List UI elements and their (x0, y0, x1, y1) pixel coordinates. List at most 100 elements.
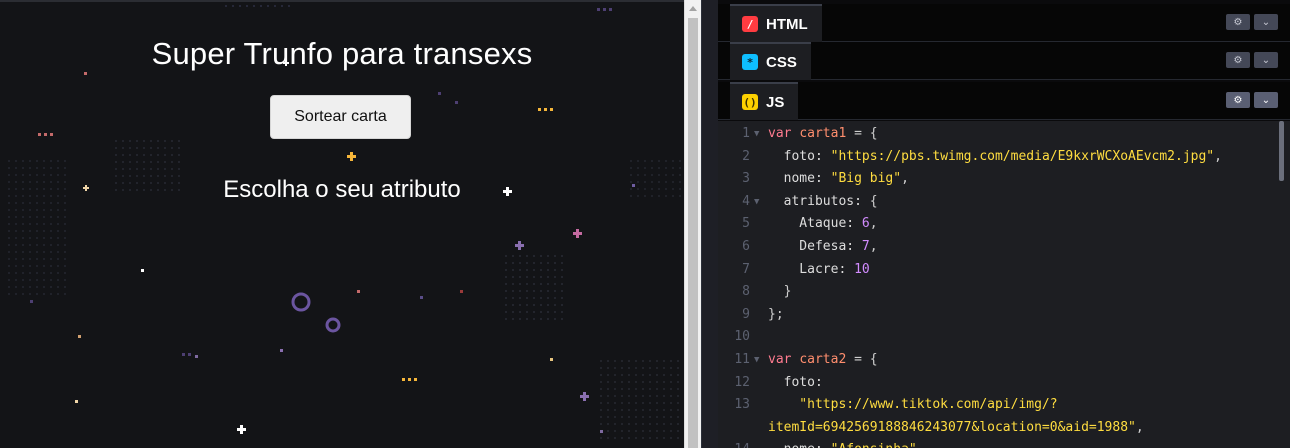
fold-arrow-icon[interactable]: ▼ (754, 191, 759, 214)
grid-dot (519, 283, 521, 285)
tab-js[interactable]: () JS (730, 82, 799, 120)
grid-dot (8, 167, 10, 169)
grid-dot (526, 297, 528, 299)
draw-card-button[interactable]: Sortear carta (270, 95, 411, 139)
gear-icon[interactable]: ⚙ (1226, 92, 1250, 108)
line-number: 1 (742, 126, 750, 141)
grid-dot (600, 367, 602, 369)
grid-dot (519, 262, 521, 264)
grid-dot (505, 255, 507, 257)
fold-arrow-icon[interactable]: ▼ (754, 349, 759, 372)
grid-dot (164, 140, 166, 142)
fold-arrow-icon[interactable]: ▼ (754, 123, 759, 146)
code-line[interactable]: 2 foto: "https://pbs.twimg.com/media/E9k… (718, 146, 1278, 169)
code-line[interactable]: 3 nome: "Big big", (718, 168, 1278, 191)
code-line[interactable]: 13 "https://www.tiktok.com/api/img/? (718, 394, 1278, 417)
grid-dot (656, 409, 658, 411)
code-line[interactable]: 1 ▼ var carta1 = { (718, 123, 1278, 146)
star-dot (357, 290, 360, 293)
js-code-editor[interactable]: 1 ▼ var carta1 = {2 foto: "https://pbs.twi… (718, 121, 1290, 448)
grid-dot (672, 167, 674, 169)
grid-dot (547, 318, 549, 320)
grid-dot (512, 290, 514, 292)
code-token: nome: (768, 442, 831, 448)
grid-dot (635, 423, 637, 425)
line-number: 12 (734, 374, 750, 390)
grid-dot (43, 244, 45, 246)
grid-dot (533, 262, 535, 264)
js-icon: () (742, 94, 758, 110)
code-line[interactable]: 7 Lacre: 10 (718, 259, 1278, 282)
grid-dot (36, 251, 38, 253)
code-line[interactable]: 4 ▼ atributos: { (718, 191, 1278, 214)
grid-dot (50, 293, 52, 295)
grid-dot (50, 216, 52, 218)
chevron-down-icon[interactable]: ⌄ (1254, 92, 1278, 108)
line-number: 11 (734, 351, 750, 367)
code-line[interactable]: itemId=6942569188846243077&location=0&ai… (718, 417, 1278, 440)
grid-dot (136, 154, 138, 156)
grid-dot (15, 244, 17, 246)
grid-dot (64, 258, 66, 260)
code-token: { (869, 193, 878, 209)
code-token: var (768, 126, 800, 141)
code-token: nome: (768, 171, 831, 187)
grid-dot (679, 160, 681, 162)
grid-dot (43, 160, 45, 162)
grid-dot (36, 167, 38, 169)
grid-dot (656, 367, 658, 369)
grid-dot (50, 265, 52, 267)
scrollbar-thumb[interactable] (688, 18, 698, 448)
star-dot (402, 378, 405, 381)
code-line[interactable]: 5 Ataque: 6, (718, 213, 1278, 236)
code-line[interactable]: 12 foto: (718, 372, 1278, 395)
scroll-up-arrow-icon[interactable] (689, 6, 697, 11)
grid-dot (628, 402, 630, 404)
grid-dot (526, 255, 528, 257)
code-line[interactable]: 8 } (718, 281, 1278, 304)
grid-dot (540, 318, 542, 320)
grid-dot (649, 423, 651, 425)
plus-star (576, 229, 579, 238)
grid-dot (642, 374, 644, 376)
code-line[interactable]: 14 nome: "Afonsinha", (718, 439, 1278, 448)
code-line[interactable]: 9}; (718, 304, 1278, 327)
tab-css[interactable]: * CSS (730, 42, 811, 80)
grid-dot (607, 374, 609, 376)
grid-dot (22, 244, 24, 246)
code-line[interactable]: 10 (718, 326, 1278, 349)
grid-dot (22, 216, 24, 218)
grid-dot (637, 167, 639, 169)
grid-dot (288, 5, 290, 7)
grid-dot (547, 255, 549, 257)
grid-dot (677, 402, 679, 404)
chevron-down-icon[interactable]: ⌄ (1254, 52, 1278, 68)
grid-dot (644, 167, 646, 169)
code-line[interactable]: 6 Defesa: 7, (718, 236, 1278, 259)
grid-dot (635, 388, 637, 390)
code-text: itemId=6942569188846243077&location=0&ai… (768, 417, 1144, 440)
pane-resizer[interactable] (701, 0, 718, 448)
tab-html[interactable]: / HTML (730, 4, 822, 42)
grid-dot (607, 423, 609, 425)
preview-scrollbar[interactable] (684, 0, 701, 448)
grid-dot (29, 286, 31, 288)
grid-dot (642, 395, 644, 397)
grid-dot (157, 161, 159, 163)
grid-dot (561, 304, 563, 306)
gear-icon[interactable]: ⚙ (1226, 14, 1250, 30)
grid-dot (621, 367, 623, 369)
grid-dot (628, 360, 630, 362)
grid-dot (540, 290, 542, 292)
code-token: , (869, 238, 878, 254)
chevron-down-icon[interactable]: ⌄ (1254, 14, 1278, 30)
code-scrollbar-thumb[interactable] (1279, 121, 1284, 181)
code-line[interactable]: 11 ▼ var carta2 = { (718, 349, 1278, 372)
grid-dot (57, 237, 59, 239)
grid-dot (663, 437, 665, 439)
grid-dot (656, 437, 658, 439)
grid-dot (29, 160, 31, 162)
gear-icon[interactable]: ⚙ (1226, 52, 1250, 68)
grid-dot (178, 147, 180, 149)
grid-dot (670, 409, 672, 411)
